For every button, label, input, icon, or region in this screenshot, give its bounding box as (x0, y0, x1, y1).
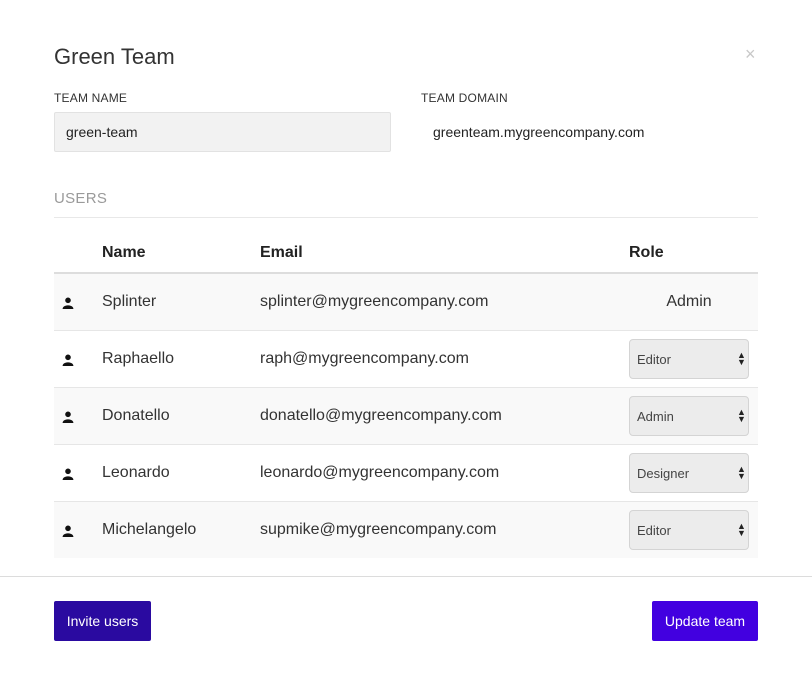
role-select[interactable]: Designer ▲ ▼ (629, 452, 749, 493)
select-arrows-icon: ▲ ▼ (737, 463, 746, 481)
user-role-cell: Admin (629, 273, 758, 330)
table-row: Raphaello raph@mygreencompany.com Editor ▲ ▼ (54, 329, 758, 387)
user-email: donatello@mygreencompany.com (260, 386, 629, 444)
role-select-value: Designer (637, 465, 690, 481)
table-row: Donatello donatello@mygreencompany.com Adm… (54, 386, 758, 444)
team-domain-value: greenteam.mygreencompany.com (433, 124, 645, 140)
column-header-name: Name (102, 233, 260, 274)
users-table: Name Email Role Splinter splinter@mygreen… (54, 233, 758, 558)
user-email: supmike@mygreencompany.com (260, 500, 629, 558)
user-role: Admin (666, 292, 712, 310)
user-name: Michelangelo (102, 500, 260, 558)
role-select[interactable]: Editor ▲ ▼ (629, 338, 749, 379)
table-row: Leonardo leonardo@mygreencompany.com Desig… (54, 443, 758, 501)
role-select-value: Editor (637, 522, 671, 538)
user-role-cell: Editor ▲ ▼ (629, 500, 758, 558)
user-email: splinter@mygreencompany.com (260, 292, 489, 310)
column-header-email: Email (260, 233, 629, 274)
row-icon-cell (54, 386, 102, 444)
user-name: Splinter (102, 292, 157, 310)
role-select[interactable]: Admin ▲ ▼ (629, 395, 749, 436)
role-select-value: Admin (637, 408, 674, 424)
user-icon (62, 296, 74, 309)
user-icon (62, 410, 74, 423)
update-team-button[interactable]: Update team (652, 601, 758, 641)
column-header-icon (54, 233, 102, 274)
user-email: raph@mygreencompany.com (260, 329, 629, 387)
user-icon (62, 353, 74, 366)
table-row: Splinter splinter@mygreencompany.com Admin (54, 273, 758, 330)
row-icon-cell (54, 500, 102, 558)
table-header-row: Name Email Role (54, 233, 758, 274)
team-domain-label: TEAM DOMAIN (421, 91, 508, 105)
team-name-input[interactable] (54, 112, 391, 152)
select-arrows-icon: ▲ ▼ (737, 520, 746, 538)
user-name: Donatello (102, 386, 260, 444)
user-name: Leonardo (102, 443, 260, 501)
row-icon-cell (54, 329, 102, 387)
select-arrows-icon: ▲ ▼ (737, 406, 746, 424)
users-section-title: USERS (54, 190, 108, 207)
invite-users-button[interactable]: Invite users (54, 601, 151, 641)
footer-divider (0, 576, 812, 577)
table-row: Michelangelo supmike@mygreencompany.com Ed… (54, 500, 758, 558)
user-name: Raphaello (102, 329, 260, 387)
close-icon[interactable]: × (745, 44, 756, 64)
role-select[interactable]: Editor ▲ ▼ (629, 509, 749, 550)
user-role-cell: Designer ▲ ▼ (629, 443, 758, 501)
row-icon-cell (54, 273, 102, 330)
modal-title: Green Team (54, 44, 175, 69)
user-role-cell: Editor ▲ ▼ (629, 329, 758, 387)
team-name-label: TEAM NAME (54, 91, 128, 105)
user-role-cell: Admin ▲ ▼ (629, 386, 758, 444)
user-icon (62, 524, 74, 537)
column-header-role: Role (629, 233, 758, 274)
user-email: leonardo@mygreencompany.com (260, 443, 629, 501)
role-select-value: Editor (637, 351, 671, 367)
row-icon-cell (54, 443, 102, 501)
user-icon (62, 467, 74, 480)
select-arrows-icon: ▲ ▼ (737, 349, 746, 367)
section-divider (54, 217, 758, 218)
